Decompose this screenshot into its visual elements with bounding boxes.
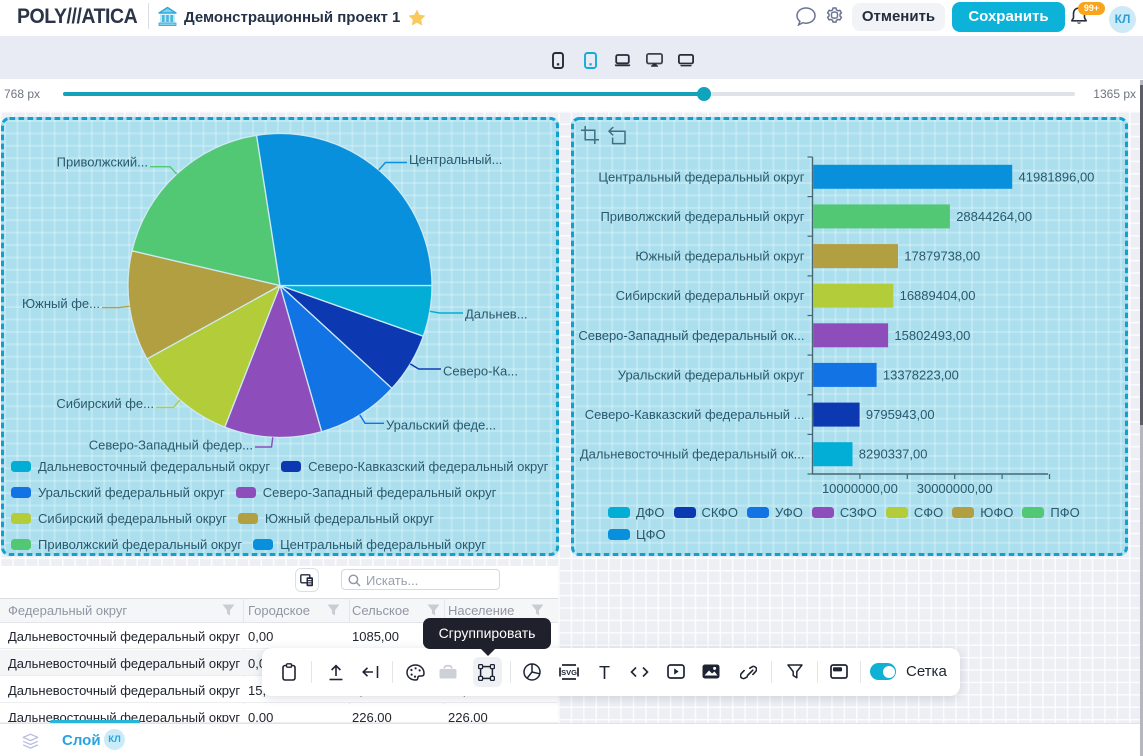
svg-text:Центральный...: Центральный... [409,152,502,167]
svg-text:Сибирский федеральный округ: Сибирский федеральный округ [616,288,805,303]
svg-text:Приволжский...: Приволжский... [57,155,148,170]
svg-text:17879738,00: 17879738,00 [904,249,980,264]
svg-text:Приволжский федеральный округ: Приволжский федеральный округ [600,209,804,224]
svg-text:16889404,00: 16889404,00 [900,288,976,303]
svg-text:Центральный федеральный округ: Центральный федеральный округ [598,169,804,184]
svg-text:30000000,00: 30000000,00 [917,481,993,496]
svg-text:SVG: SVG [561,668,577,677]
svg-text:15802493,00: 15802493,00 [894,328,970,343]
svg-text:28844264,00: 28844264,00 [956,209,1032,224]
svg-text:Уральский феде...: Уральский феде... [386,418,496,433]
svg-text:Северо-Западный федер...: Северо-Западный федер... [89,438,253,453]
svg-text:Уральский федеральный округ: Уральский федеральный округ [618,367,805,382]
svg-text:Северо-Ка...: Северо-Ка... [443,364,518,379]
svg-text:8290337,00: 8290337,00 [859,447,928,462]
svg-text:Сибирский фе...: Сибирский фе... [56,396,154,411]
svg-text:T: T [599,664,610,681]
svg-text:Дальневосточный федеральный ок: Дальневосточный федеральный ок... [580,447,805,462]
svg-text:10000000,00: 10000000,00 [822,481,898,496]
svg-text:9795943,00: 9795943,00 [866,407,935,422]
svg-text:Дальнев...: Дальнев... [465,307,528,322]
svg-text:Северо-Кавказский федеральный: Северо-Кавказский федеральный ... [585,407,805,422]
svg-text:41981896,00: 41981896,00 [1019,169,1095,184]
svg-text:Южный фе...: Южный фе... [22,296,100,311]
svg-text:13378223,00: 13378223,00 [883,367,959,382]
svg-text:Южный федеральный округ: Южный федеральный округ [635,249,804,264]
svg-text:Северо-Западный федеральный ок: Северо-Западный федеральный ок... [578,328,804,343]
